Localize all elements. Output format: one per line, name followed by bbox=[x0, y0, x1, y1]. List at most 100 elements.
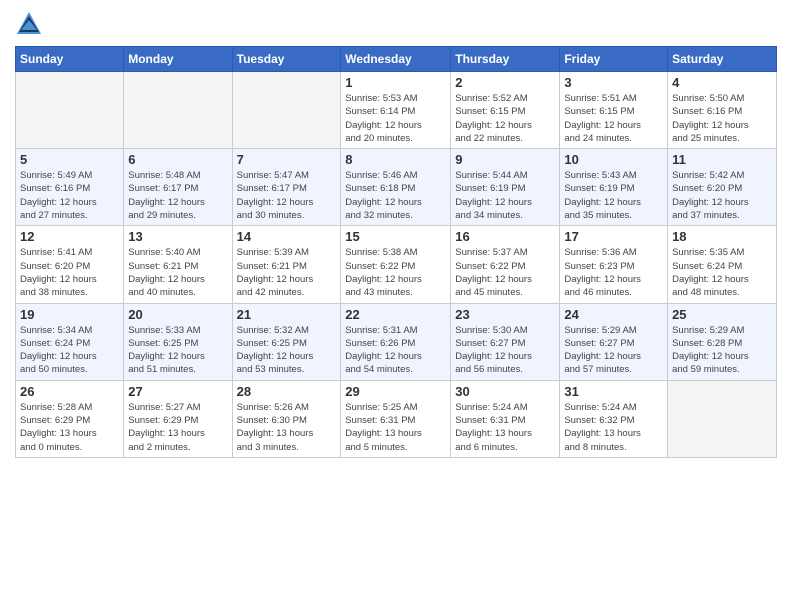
day-number: 15 bbox=[345, 229, 446, 244]
day-number: 30 bbox=[455, 384, 555, 399]
header bbox=[15, 10, 777, 38]
calendar-cell: 7Sunrise: 5:47 AMSunset: 6:17 PMDaylight… bbox=[232, 149, 341, 226]
logo bbox=[15, 10, 47, 38]
day-number: 29 bbox=[345, 384, 446, 399]
week-row-3: 19 Sunrise: 5:34 AMSunset: 6:24 PMDayligh… bbox=[16, 303, 777, 380]
day-info: Sunrise: 5:28 AMSunset: 6:29 PMDaylight:… bbox=[20, 401, 119, 454]
calendar-cell: 2 Sunrise: 5:52 AMSunset: 6:15 PMDaylight… bbox=[451, 72, 560, 149]
day-number: 8 bbox=[345, 152, 446, 167]
weekday-header-friday: Friday bbox=[560, 47, 668, 72]
calendar-cell: 16Sunrise: 5:37 AMSunset: 6:22 PMDayligh… bbox=[451, 226, 560, 303]
day-number: 10 bbox=[564, 152, 663, 167]
day-info: Sunrise: 5:46 AMSunset: 6:18 PMDaylight:… bbox=[345, 169, 446, 222]
day-number: 20 bbox=[128, 307, 227, 322]
calendar-cell: 4 Sunrise: 5:50 AMSunset: 6:16 PMDaylight… bbox=[668, 72, 777, 149]
week-row-0: 1Sunrise: 5:53 AMSunset: 6:14 PMDaylight… bbox=[16, 72, 777, 149]
day-info: Sunrise: 5:52 AMSunset: 6:15 PMDaylight:… bbox=[455, 92, 555, 145]
day-info: Sunrise: 5:25 AMSunset: 6:31 PMDaylight:… bbox=[345, 401, 446, 454]
day-number: 31 bbox=[564, 384, 663, 399]
day-info: Sunrise: 5:47 AMSunset: 6:17 PMDaylight:… bbox=[237, 169, 337, 222]
calendar-cell: 15 Sunrise: 5:38 AMSunset: 6:22 PMDayligh… bbox=[341, 226, 451, 303]
calendar-cell: 25 Sunrise: 5:29 AMSunset: 6:28 PMDayligh… bbox=[668, 303, 777, 380]
calendar-cell: 26 Sunrise: 5:28 AMSunset: 6:29 PMDayligh… bbox=[16, 380, 124, 457]
day-info: Sunrise: 5:38 AMSunset: 6:22 PMDaylight:… bbox=[345, 246, 446, 299]
day-info: Sunrise: 5:43 AMSunset: 6:19 PMDaylight:… bbox=[564, 169, 663, 222]
calendar-cell: 1Sunrise: 5:53 AMSunset: 6:14 PMDaylight… bbox=[341, 72, 451, 149]
weekday-header-row: SundayMondayTuesdayWednesdayThursdayFrid… bbox=[16, 47, 777, 72]
day-number: 16 bbox=[455, 229, 555, 244]
day-number: 25 bbox=[672, 307, 772, 322]
calendar-cell: 19 Sunrise: 5:34 AMSunset: 6:24 PMDayligh… bbox=[16, 303, 124, 380]
day-number: 27 bbox=[128, 384, 227, 399]
calendar-cell: 20 Sunrise: 5:33 AMSunset: 6:25 PMDayligh… bbox=[124, 303, 232, 380]
day-number: 1 bbox=[345, 75, 446, 90]
calendar: SundayMondayTuesdayWednesdayThursdayFrid… bbox=[15, 46, 777, 458]
day-info: Sunrise: 5:51 AMSunset: 6:15 PMDaylight:… bbox=[564, 92, 663, 145]
day-info: Sunrise: 5:44 AMSunset: 6:19 PMDaylight:… bbox=[455, 169, 555, 222]
calendar-cell: 21Sunrise: 5:32 AMSunset: 6:25 PMDayligh… bbox=[232, 303, 341, 380]
day-info: Sunrise: 5:29 AMSunset: 6:27 PMDaylight:… bbox=[564, 324, 663, 377]
calendar-cell: 22 Sunrise: 5:31 AMSunset: 6:26 PMDayligh… bbox=[341, 303, 451, 380]
calendar-cell: 11Sunrise: 5:42 AMSunset: 6:20 PMDayligh… bbox=[668, 149, 777, 226]
calendar-cell: 13 Sunrise: 5:40 AMSunset: 6:21 PMDayligh… bbox=[124, 226, 232, 303]
calendar-cell: 6 Sunrise: 5:48 AMSunset: 6:17 PMDaylight… bbox=[124, 149, 232, 226]
day-number: 9 bbox=[455, 152, 555, 167]
day-number: 4 bbox=[672, 75, 772, 90]
calendar-cell: 29 Sunrise: 5:25 AMSunset: 6:31 PMDayligh… bbox=[341, 380, 451, 457]
day-info: Sunrise: 5:39 AMSunset: 6:21 PMDaylight:… bbox=[237, 246, 337, 299]
day-info: Sunrise: 5:36 AMSunset: 6:23 PMDaylight:… bbox=[564, 246, 663, 299]
weekday-header-thursday: Thursday bbox=[451, 47, 560, 72]
day-number: 6 bbox=[128, 152, 227, 167]
calendar-cell bbox=[16, 72, 124, 149]
calendar-cell: 18 Sunrise: 5:35 AMSunset: 6:24 PMDayligh… bbox=[668, 226, 777, 303]
day-info: Sunrise: 5:41 AMSunset: 6:20 PMDaylight:… bbox=[20, 246, 119, 299]
day-number: 26 bbox=[20, 384, 119, 399]
day-number: 12 bbox=[20, 229, 119, 244]
calendar-cell bbox=[668, 380, 777, 457]
day-info: Sunrise: 5:35 AMSunset: 6:24 PMDaylight:… bbox=[672, 246, 772, 299]
week-row-2: 12 Sunrise: 5:41 AMSunset: 6:20 PMDayligh… bbox=[16, 226, 777, 303]
calendar-cell: 10 Sunrise: 5:43 AMSunset: 6:19 PMDayligh… bbox=[560, 149, 668, 226]
calendar-cell: 5 Sunrise: 5:49 AMSunset: 6:16 PMDaylight… bbox=[16, 149, 124, 226]
calendar-cell bbox=[124, 72, 232, 149]
day-info: Sunrise: 5:31 AMSunset: 6:26 PMDaylight:… bbox=[345, 324, 446, 377]
day-number: 19 bbox=[20, 307, 119, 322]
day-info: Sunrise: 5:27 AMSunset: 6:29 PMDaylight:… bbox=[128, 401, 227, 454]
day-number: 2 bbox=[455, 75, 555, 90]
day-info: Sunrise: 5:49 AMSunset: 6:16 PMDaylight:… bbox=[20, 169, 119, 222]
day-info: Sunrise: 5:42 AMSunset: 6:20 PMDaylight:… bbox=[672, 169, 772, 222]
weekday-header-monday: Monday bbox=[124, 47, 232, 72]
weekday-header-tuesday: Tuesday bbox=[232, 47, 341, 72]
day-info: Sunrise: 5:48 AMSunset: 6:17 PMDaylight:… bbox=[128, 169, 227, 222]
day-info: Sunrise: 5:32 AMSunset: 6:25 PMDaylight:… bbox=[237, 324, 337, 377]
day-number: 23 bbox=[455, 307, 555, 322]
day-number: 14 bbox=[237, 229, 337, 244]
calendar-cell: 31 Sunrise: 5:24 AMSunset: 6:32 PMDayligh… bbox=[560, 380, 668, 457]
calendar-cell: 8 Sunrise: 5:46 AMSunset: 6:18 PMDaylight… bbox=[341, 149, 451, 226]
weekday-header-sunday: Sunday bbox=[16, 47, 124, 72]
day-info: Sunrise: 5:29 AMSunset: 6:28 PMDaylight:… bbox=[672, 324, 772, 377]
day-number: 13 bbox=[128, 229, 227, 244]
day-number: 18 bbox=[672, 229, 772, 244]
weekday-header-wednesday: Wednesday bbox=[341, 47, 451, 72]
calendar-cell: 12 Sunrise: 5:41 AMSunset: 6:20 PMDayligh… bbox=[16, 226, 124, 303]
day-info: Sunrise: 5:40 AMSunset: 6:21 PMDaylight:… bbox=[128, 246, 227, 299]
day-info: Sunrise: 5:50 AMSunset: 6:16 PMDaylight:… bbox=[672, 92, 772, 145]
calendar-cell bbox=[232, 72, 341, 149]
day-info: Sunrise: 5:24 AMSunset: 6:32 PMDaylight:… bbox=[564, 401, 663, 454]
calendar-cell: 17 Sunrise: 5:36 AMSunset: 6:23 PMDayligh… bbox=[560, 226, 668, 303]
day-info: Sunrise: 5:30 AMSunset: 6:27 PMDaylight:… bbox=[455, 324, 555, 377]
week-row-1: 5 Sunrise: 5:49 AMSunset: 6:16 PMDaylight… bbox=[16, 149, 777, 226]
calendar-cell: 23 Sunrise: 5:30 AMSunset: 6:27 PMDayligh… bbox=[451, 303, 560, 380]
day-number: 17 bbox=[564, 229, 663, 244]
weekday-header-saturday: Saturday bbox=[668, 47, 777, 72]
calendar-cell: 24 Sunrise: 5:29 AMSunset: 6:27 PMDayligh… bbox=[560, 303, 668, 380]
logo-icon bbox=[15, 10, 43, 38]
day-number: 5 bbox=[20, 152, 119, 167]
day-info: Sunrise: 5:33 AMSunset: 6:25 PMDaylight:… bbox=[128, 324, 227, 377]
day-info: Sunrise: 5:26 AMSunset: 6:30 PMDaylight:… bbox=[237, 401, 337, 454]
day-info: Sunrise: 5:34 AMSunset: 6:24 PMDaylight:… bbox=[20, 324, 119, 377]
day-number: 28 bbox=[237, 384, 337, 399]
day-number: 22 bbox=[345, 307, 446, 322]
day-number: 24 bbox=[564, 307, 663, 322]
